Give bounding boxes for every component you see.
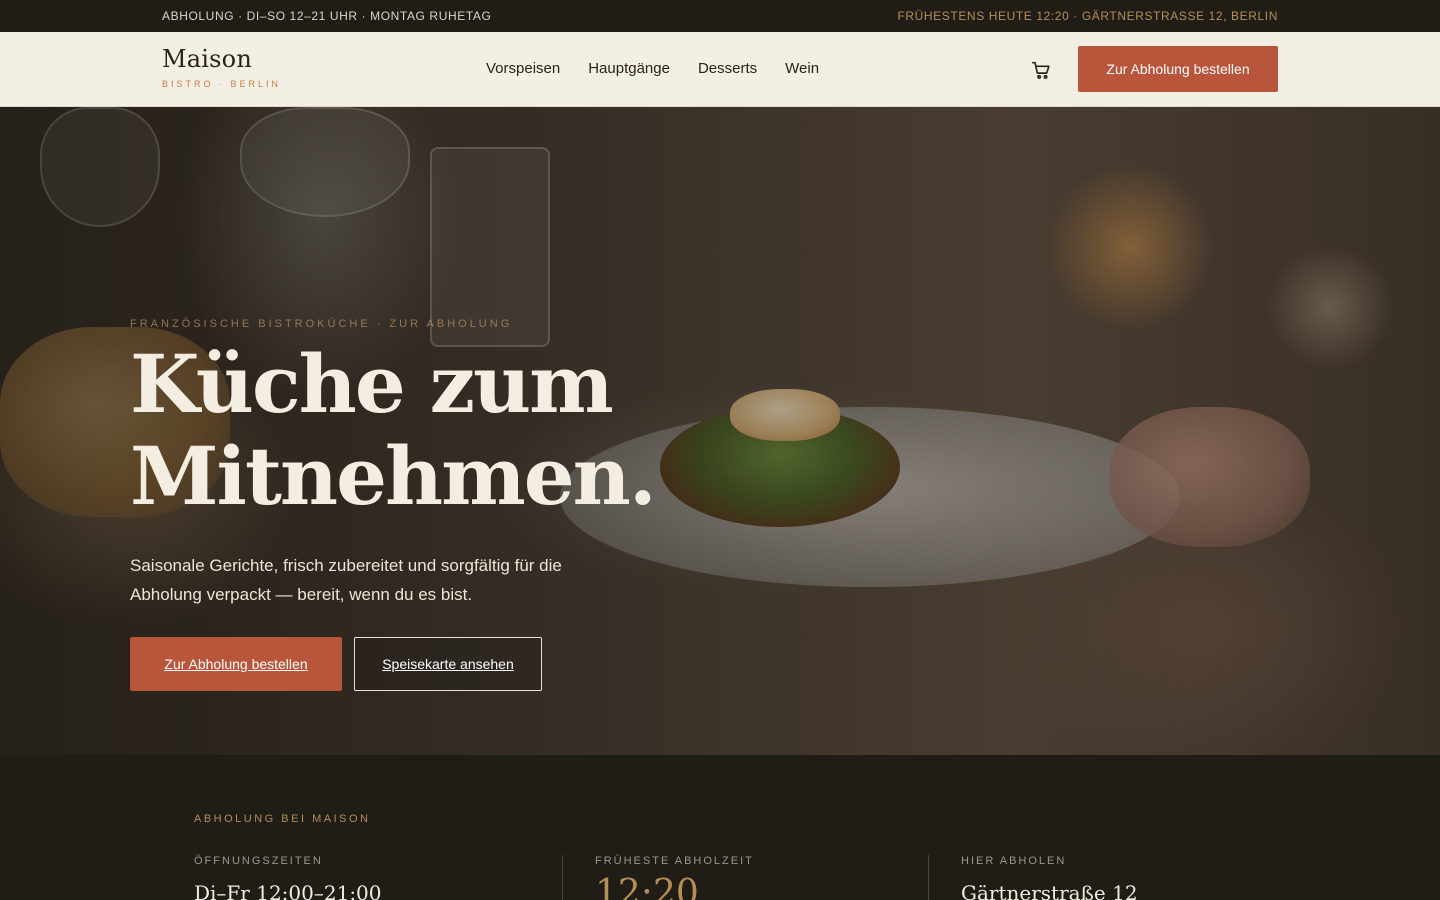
site-header: Maison BISTRO · BERLIN Vorspeisen Hauptg… [0,32,1440,107]
earliest-pickup-column: FRÜHESTE ABHOLZEIT 12:20 [562,855,754,900]
hero-content: FRANZÖSISCHE BISTROKÜCHE · ZUR ABHOLUNG … [0,107,1440,755]
hero-title-line-1: Küche zum [130,337,614,431]
pickup-address-value: Gärtnerstraße 12 [961,881,1138,900]
opening-hours-column: ÖFFNUNGSZEITEN Di–Fr 12:00–21:00 [194,855,382,900]
hero-title: Küche zum Mitnehmen. [130,338,830,522]
logo-subtitle: BISTRO · BERLIN [162,79,282,89]
shopping-cart-icon[interactable] [1030,59,1052,81]
pickup-info-section: ABHOLUNG BEI MAISON ÖFFNUNGSZEITEN Di–Fr… [0,755,1440,900]
pickup-address-column: HIER ABHOLEN Gärtnerstraße 12 [928,855,1138,900]
logo-name: Maison [162,45,252,73]
opening-hours-note: ABHOLUNG · DI–SO 12–21 UHR · MONTAG RUHE… [162,9,492,23]
view-menu-button[interactable]: Speisekarte ansehen [354,637,542,691]
nav-link-desserts[interactable]: Desserts [698,60,757,77]
opening-hours-label: ÖFFNUNGSZEITEN [194,855,323,867]
top-info-bar: ABHOLUNG · DI–SO 12–21 UHR · MONTAG RUHE… [0,0,1440,32]
hero-title-line-2: Mitnehmen. [130,429,657,523]
header-order-button[interactable]: Zur Abholung bestellen [1078,46,1278,92]
earliest-pickup-label: FRÜHESTE ABHOLZEIT [595,855,754,867]
order-pickup-button[interactable]: Zur Abholung bestellen [130,637,342,691]
opening-hours-value: Di–Fr 12:00–21:00 [194,881,382,900]
hero-section: FRANZÖSISCHE BISTROKÜCHE · ZUR ABHOLUNG … [0,107,1440,755]
nav-link-hauptgaenge[interactable]: Hauptgänge [588,60,670,77]
earliest-pickup-value: 12:20 [595,873,699,900]
hero-lead: Saisonale Gerichte, frisch zubereitet un… [130,556,562,604]
pickup-info-eyebrow: ABHOLUNG BEI MAISON [194,813,371,825]
main-nav: Vorspeisen Hauptgänge Desserts Wein [486,60,819,77]
nav-link-wein[interactable]: Wein [785,60,819,77]
earliest-pickup-note: FRÜHESTENS HEUTE 12:20 · GÄRTNERSTRASSE … [897,9,1278,23]
pickup-address-label: HIER ABHOLEN [961,855,1067,867]
hero-eyebrow: FRANZÖSISCHE BISTROKÜCHE · ZUR ABHOLUNG [130,318,513,330]
nav-link-vorspeisen[interactable]: Vorspeisen [486,60,560,77]
logo[interactable]: Maison BISTRO · BERLIN [162,45,281,89]
